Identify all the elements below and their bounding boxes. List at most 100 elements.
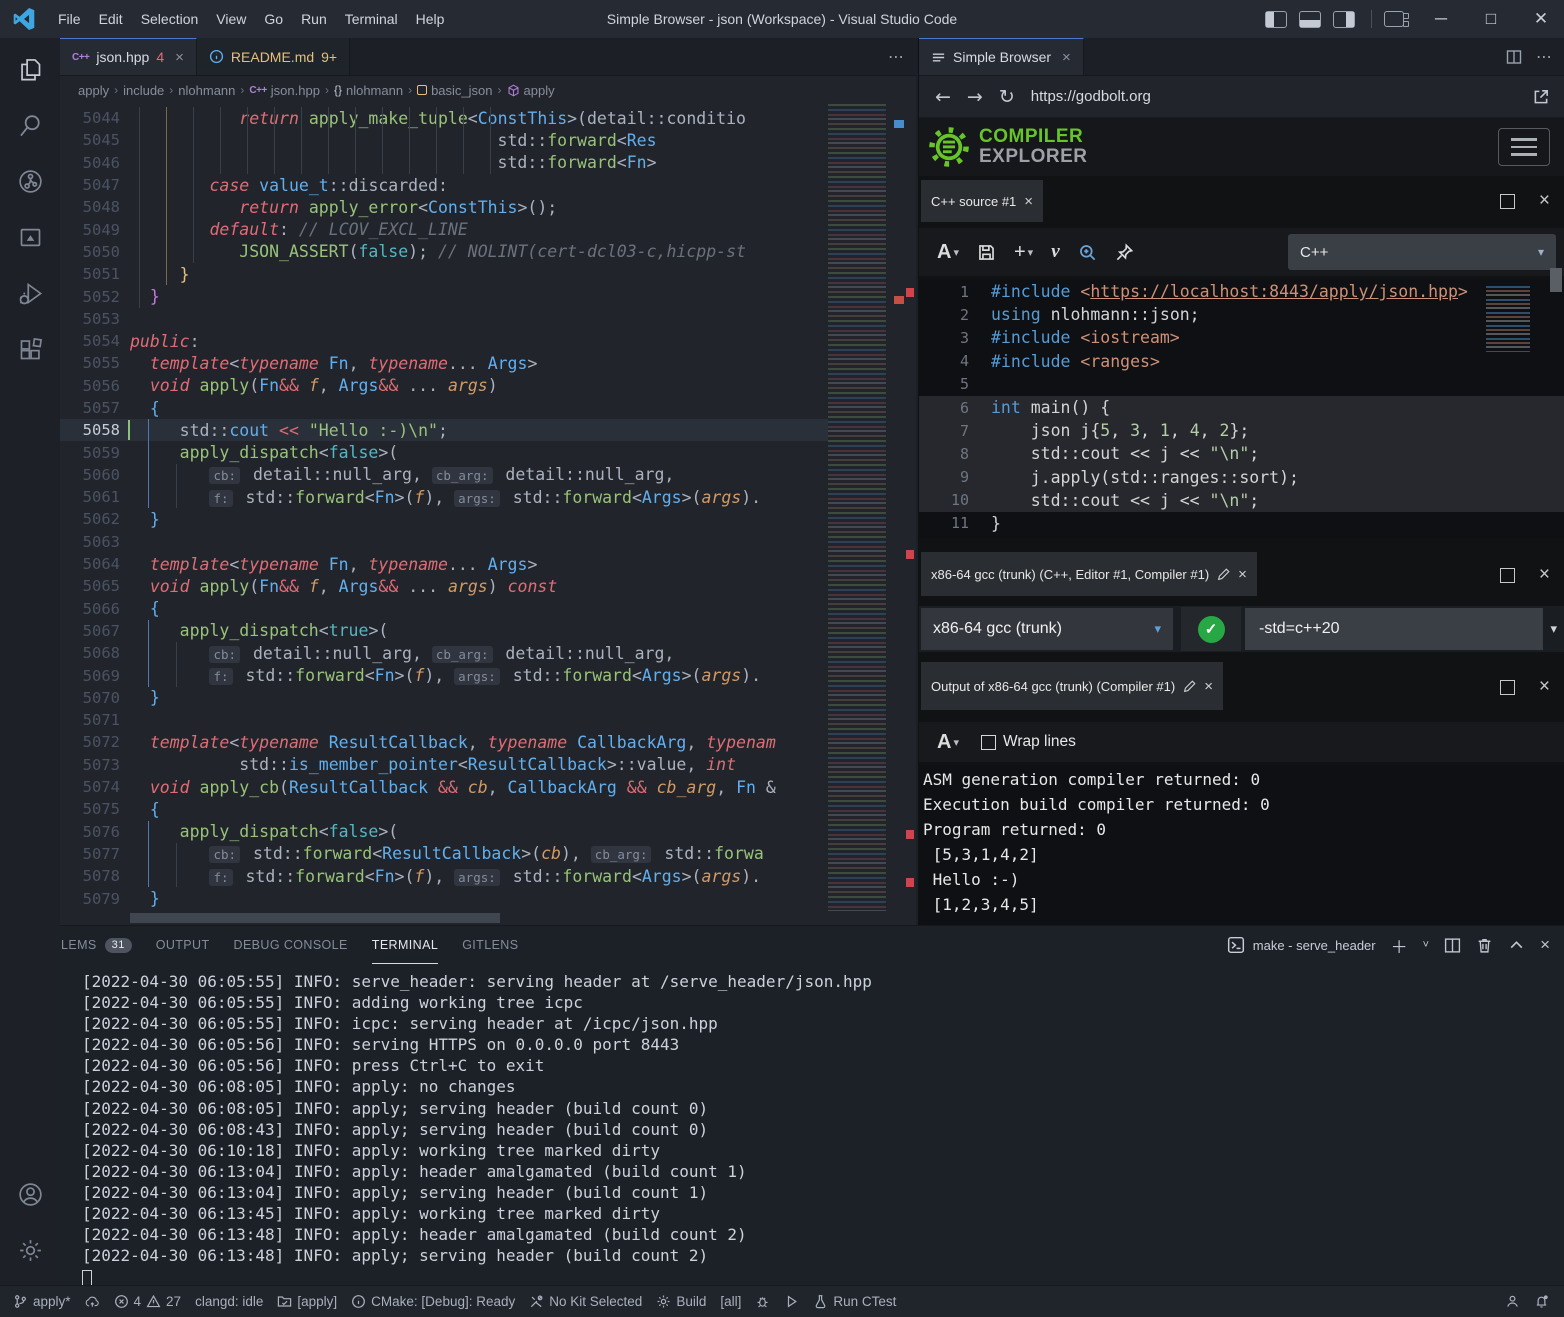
close-icon[interactable]: ×: [175, 49, 184, 66]
ce-source-tab[interactable]: C++ source #1×: [921, 180, 1043, 222]
status-feedback[interactable]: [1498, 1286, 1527, 1317]
menu-run[interactable]: Run: [292, 7, 336, 31]
split-editor-icon[interactable]: [1506, 49, 1522, 65]
panel-tab-debug-console[interactable]: DEBUG CONSOLE: [234, 926, 348, 964]
maximize-pane-icon[interactable]: [1500, 568, 1515, 583]
ce-output-tab[interactable]: Output of x86-64 gcc (trunk) (Compiler #…: [921, 662, 1223, 710]
font-size-icon[interactable]: A▾: [937, 731, 959, 754]
breadcrumb-item-apply[interactable]: apply: [507, 83, 555, 98]
panel-tab-terminal[interactable]: TERMINAL: [372, 926, 438, 964]
editor-actions-more-icon[interactable]: ⋯: [888, 38, 906, 76]
chevron-down-icon[interactable]: ▾: [1543, 621, 1564, 637]
code-editor[interactable]: 5044 return apply_make_tuple<ConstThis>(…: [60, 104, 916, 925]
tab-README.md[interactable]: README.md9+: [197, 38, 350, 75]
status-cmake-folder[interactable]: [apply]: [270, 1286, 344, 1317]
forward-icon[interactable]: →: [967, 86, 983, 108]
compiler-select[interactable]: x86-64 gcc (trunk)▾: [921, 608, 1173, 650]
test-explorer-icon[interactable]: [6, 212, 54, 262]
status-cmake-launch[interactable]: [777, 1286, 806, 1317]
close-icon[interactable]: ×: [1062, 49, 1071, 66]
close-icon[interactable]: ×: [1238, 566, 1247, 583]
close-icon[interactable]: ×: [1204, 678, 1213, 695]
settings-gear-icon[interactable]: [6, 1225, 54, 1275]
breadcrumb-item-apply[interactable]: apply: [78, 83, 109, 98]
toggle-sidebar-icon[interactable]: [1265, 11, 1287, 28]
run-debug-icon[interactable]: [6, 268, 54, 318]
menu-selection[interactable]: Selection: [132, 7, 208, 31]
maximize-pane-icon[interactable]: [1500, 680, 1515, 695]
source-control-icon[interactable]: [6, 156, 54, 206]
ce-compiler-tab[interactable]: x86-64 gcc (trunk) (C++, Editor #1, Comp…: [921, 552, 1257, 596]
close-button[interactable]: ✕: [1518, 0, 1564, 38]
customize-layout-icon[interactable]: [1384, 11, 1404, 27]
kill-terminal-trash-icon[interactable]: [1476, 937, 1493, 954]
add-pane-icon[interactable]: +▾: [1014, 241, 1033, 264]
panel-tab-gitlens[interactable]: GITLENS: [462, 926, 518, 964]
close-icon[interactable]: ×: [1024, 193, 1033, 210]
font-size-icon[interactable]: A▾: [937, 241, 959, 264]
language-select[interactable]: C++▾: [1288, 234, 1556, 270]
menu-edit[interactable]: Edit: [90, 7, 132, 31]
search-icon[interactable]: [6, 100, 54, 150]
rename-pencil-icon[interactable]: [1183, 680, 1196, 693]
tab-json.hpp[interactable]: C++json.hpp4×: [60, 38, 197, 75]
panel-tab-output[interactable]: OUTPUT: [156, 926, 210, 964]
split-terminal-icon[interactable]: [1444, 937, 1461, 954]
explorer-icon[interactable]: [6, 44, 54, 94]
new-terminal-icon[interactable]: ＋: [1391, 933, 1408, 958]
open-external-icon[interactable]: [1532, 88, 1550, 106]
status-sync[interactable]: [78, 1286, 107, 1317]
close-panel-icon[interactable]: ×: [1540, 935, 1550, 955]
pin-icon[interactable]: [1115, 243, 1134, 262]
maximize-button[interactable]: □: [1468, 0, 1514, 38]
status-clangd-status[interactable]: clangd: idle: [188, 1286, 270, 1317]
zoom-search-icon[interactable]: [1078, 243, 1097, 262]
status-cmake-build[interactable]: Build: [649, 1286, 713, 1317]
breadcrumb-item-nlohmann[interactable]: {}nlohmann: [334, 83, 403, 98]
toggle-secondary-sidebar-icon[interactable]: [1333, 11, 1355, 28]
close-pane-icon[interactable]: ×: [1539, 676, 1550, 698]
status-cmake-kit[interactable]: No Kit Selected: [522, 1286, 649, 1317]
menu-go[interactable]: Go: [255, 7, 292, 31]
maximize-panel-chevron-icon[interactable]: [1508, 937, 1525, 954]
accounts-icon[interactable]: [6, 1169, 54, 1219]
breadcrumb-item-json.hpp[interactable]: C++json.hpp: [249, 83, 320, 98]
ce-output-console[interactable]: ASM generation compiler returned: 0Execu…: [919, 764, 1564, 925]
terminal-output[interactable]: [2022-04-30 06:05:55] INFO: serve_header…: [82, 972, 1554, 1281]
breadcrumb-item-include[interactable]: include: [123, 83, 164, 98]
menu-help[interactable]: Help: [407, 7, 454, 31]
extensions-icon[interactable]: [6, 324, 54, 374]
minimap[interactable]: [828, 104, 904, 911]
status-build-target[interactable]: [all]: [713, 1286, 748, 1317]
tab-simple-browser[interactable]: Simple Browser ×: [919, 38, 1084, 75]
back-icon[interactable]: ←: [935, 86, 951, 108]
url-input[interactable]: https://godbolt.org: [1031, 88, 1532, 105]
minimize-button[interactable]: ─: [1418, 0, 1464, 38]
terminal-picker[interactable]: make - serve_header: [1227, 936, 1376, 954]
ce-source-editor[interactable]: 1#include <https://localhost:8443/apply/…: [919, 280, 1564, 538]
close-pane-icon[interactable]: ×: [1539, 564, 1550, 586]
menu-terminal[interactable]: Terminal: [336, 7, 407, 31]
close-pane-icon[interactable]: ×: [1539, 190, 1550, 212]
menu-file[interactable]: File: [49, 7, 90, 31]
more-actions-icon[interactable]: ⋯: [1536, 47, 1554, 67]
rename-pencil-icon[interactable]: [1217, 568, 1230, 581]
maximize-pane-icon[interactable]: [1500, 194, 1515, 209]
menu-view[interactable]: View: [207, 7, 255, 31]
status-run-ctest[interactable]: Run CTest: [806, 1286, 903, 1317]
hamburger-menu-icon[interactable]: [1498, 128, 1550, 166]
save-icon[interactable]: [977, 243, 996, 262]
compiler-options-input[interactable]: -std=c++20: [1245, 608, 1543, 650]
terminal-dropdown-icon[interactable]: ˅: [1423, 939, 1429, 951]
status-problems[interactable]: 427: [107, 1286, 189, 1317]
breadcrumb-item-basic_json[interactable]: basic_json: [417, 83, 492, 98]
status-notifications[interactable]: [1527, 1286, 1556, 1317]
breadcrumb-item-nlohmann[interactable]: nlohmann: [178, 83, 235, 98]
toggle-panel-icon[interactable]: [1299, 11, 1321, 28]
status-git-branch[interactable]: apply*: [6, 1286, 78, 1317]
vim-mode-icon[interactable]: v: [1051, 241, 1059, 263]
wrap-lines-checkbox[interactable]: [981, 735, 996, 750]
ce-scrollbar[interactable]: [1550, 268, 1562, 292]
reload-icon[interactable]: ↻: [999, 86, 1015, 108]
status-cmake-debug[interactable]: [748, 1286, 777, 1317]
